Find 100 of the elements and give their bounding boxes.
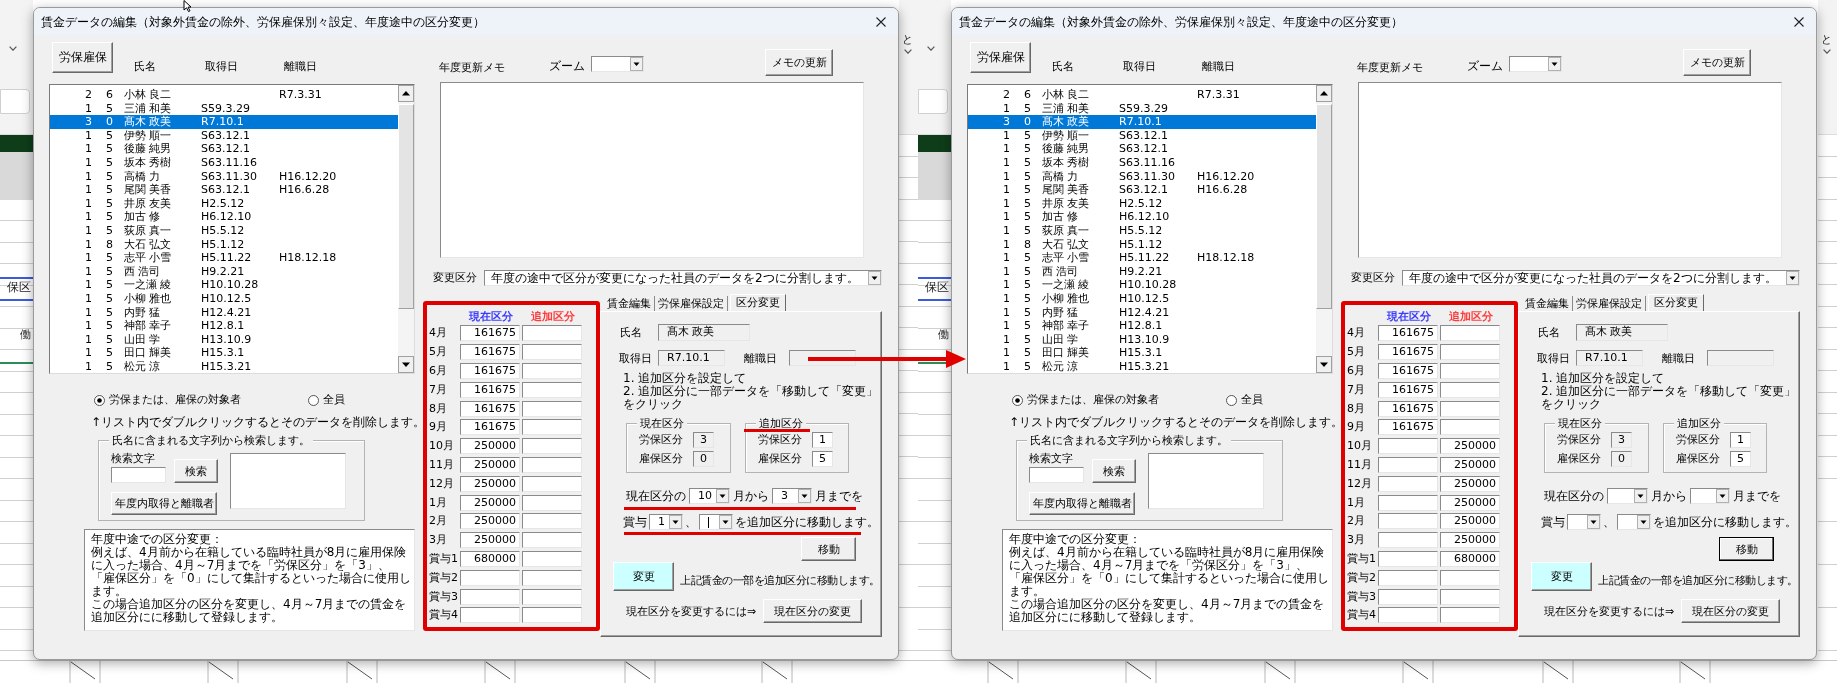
scrollbar-thumb[interactable]	[1316, 104, 1332, 309]
list-item[interactable]: 1 5 三浦 和美 S59.3.29	[50, 101, 398, 116]
amount-field[interactable]: 250000	[1440, 513, 1500, 530]
explanation-field[interactable]: 年度中途での区分変更： 例えば、4月前から在籍している臨時社員が8月に雇用保険に入った場合、4月～7月までを「労保区分」を「3」、「雇保区分」を「0」にして集計するといった場合に使用します。 この場合追加区分の区分を変更し、4月～7月までの賃金を追加区分にに移動して登録します。	[1002, 529, 1333, 631]
radio-button[interactable]: 労保または、雇保の対象者	[1012, 393, 1159, 407]
amount-field[interactable]: 250000	[1440, 456, 1500, 473]
list-item[interactable]: 1 5 後藤 純男 S63.12.1	[968, 142, 1316, 156]
list-item[interactable]: 1 5 井原 友美 H2.5.12	[50, 196, 398, 211]
amount-field[interactable]	[1378, 532, 1438, 549]
amount-field[interactable]	[522, 438, 582, 455]
combo-box[interactable]	[699, 514, 733, 530]
chevron-down-icon[interactable]	[927, 46, 935, 51]
combo-box[interactable]: 1	[649, 514, 683, 530]
amount-field[interactable]	[1440, 344, 1500, 361]
amount-field[interactable]: 161675	[1378, 419, 1438, 436]
list-item[interactable]: 1 5 一之瀬 綾 H10.10.28	[968, 278, 1316, 292]
list-item[interactable]: 1 5 山田 学 H13.10.9	[968, 332, 1316, 347]
amount-field[interactable]: 161675	[460, 400, 520, 417]
list-item[interactable]: 1 5 志平 小雪 H5.11.22 H18.12.18	[968, 251, 1316, 265]
amount-field[interactable]	[460, 607, 520, 624]
combo-box[interactable]: 10	[689, 488, 730, 504]
search-button[interactable]: 検索	[174, 459, 218, 483]
amount-field[interactable]: 161675	[1378, 325, 1438, 342]
list-item[interactable]: 1 5 山田 学 H13.10.9	[50, 332, 398, 347]
amount-field[interactable]	[522, 381, 582, 398]
search-field[interactable]	[111, 467, 166, 483]
list-item[interactable]: 2 6 小林 良二 R7.3.31	[50, 88, 398, 102]
scrollbar[interactable]	[1316, 85, 1332, 373]
list-item[interactable]: 1 5 坂本 秀樹 S63.11.16	[50, 155, 398, 170]
amount-field[interactable]	[522, 532, 582, 549]
amount-field[interactable]: 161675	[1378, 363, 1438, 379]
amount-field[interactable]: 250000	[460, 513, 520, 530]
amount-field[interactable]	[1378, 607, 1438, 624]
amount-field[interactable]: 161675	[460, 325, 520, 342]
amount-field[interactable]	[1440, 607, 1500, 624]
list-item[interactable]: 1 5 田口 輝美 H15.3.1	[968, 346, 1316, 360]
tab[interactable]: 区分変更	[730, 294, 786, 311]
tab[interactable]: 賃金編集	[604, 296, 655, 311]
list-item[interactable]: 1 5 伊勢 順一 S63.12.1	[968, 128, 1316, 143]
list-item[interactable]: 1 5 松元 涼 H15.3.21	[968, 359, 1316, 374]
list-item[interactable]: 1 5 小柳 雅也 H10.12.5	[968, 291, 1316, 306]
amount-field[interactable]: 680000	[1440, 550, 1500, 567]
search-field[interactable]	[1029, 467, 1084, 483]
amount-field[interactable]	[1440, 588, 1500, 605]
insurance-button[interactable]: 労保雇保	[52, 42, 113, 73]
radio-button[interactable]: 全員	[308, 393, 345, 407]
explanation-field[interactable]: 年度中途での区分変更： 例えば、4月前から在籍している臨時社員が8月に雇用保険に入った場合、4月～7月までを「労保区分」を「3」、「雇保区分」を「0」にして集計するといった場合に使用します。 この場合追加区分の区分を変更し、4月～7月までの賃金を追加区分にに移動して登録します。	[84, 529, 415, 631]
list-item[interactable]: 1 5 高橋 力 S63.11.30 H16.12.20	[50, 169, 398, 184]
list-item[interactable]: 1 5 神部 幸子 H12.8.1	[968, 319, 1316, 333]
employee-list[interactable]	[967, 84, 1333, 374]
list-item[interactable]: 1 5 小柳 雅也 H10.12.5	[50, 291, 398, 306]
list-item[interactable]: 1 5 尾関 美香 S63.12.1 H16.6.28	[968, 183, 1316, 197]
amount-field[interactable]	[1378, 550, 1438, 567]
list-item[interactable]: 1 5 加古 修 H6.12.10	[50, 210, 398, 224]
switch-category-button[interactable]: 現在区分の変更	[1681, 599, 1780, 623]
list-item[interactable]: 1 5 高橋 力 S63.11.30 H16.12.20	[968, 169, 1316, 184]
list-item[interactable]: 1 5 荻原 真一 H5.5.12	[50, 223, 398, 238]
scroll-down-icon[interactable]	[398, 356, 414, 373]
category-field[interactable]: 1	[812, 432, 833, 448]
list-item[interactable]: 1 5 松元 涼 H15.3.21	[50, 359, 398, 374]
list-item[interactable]: 1 5 西 浩司 H9.2.21	[50, 264, 398, 279]
list-item[interactable]: 1 5 内野 猛 H12.4.21	[968, 305, 1316, 320]
amount-field[interactable]	[522, 325, 582, 342]
amount-field[interactable]: 680000	[460, 550, 520, 567]
change-button[interactable]: 変更	[613, 562, 674, 591]
memo-field[interactable]	[1358, 82, 1782, 258]
amount-field[interactable]: 250000	[460, 494, 520, 511]
category-field[interactable]: 1	[1730, 432, 1751, 448]
list-item[interactable]: 1 5 井原 友美 H2.5.12	[968, 196, 1316, 211]
radio-button[interactable]: 全員	[1226, 393, 1263, 407]
scrollbar[interactable]	[398, 85, 414, 373]
amount-field[interactable]	[1378, 438, 1438, 455]
list-item[interactable]: 1 5 加古 修 H6.12.10	[968, 210, 1316, 224]
amount-field[interactable]	[522, 475, 582, 492]
result-field[interactable]	[230, 453, 346, 509]
amount-field[interactable]: 250000	[1440, 438, 1500, 455]
amount-field[interactable]	[522, 588, 582, 605]
amount-field[interactable]	[522, 456, 582, 473]
amount-field[interactable]: 161675	[460, 381, 520, 398]
amount-field[interactable]	[522, 363, 582, 379]
amount-field[interactable]: 161675	[1378, 400, 1438, 417]
combo-box[interactable]: 年度の途中で区分が変更になった社員のデータを2つに分割します。	[484, 269, 882, 286]
combo-box[interactable]: 年度の途中で区分が変更になった社員のデータを2つに分割します。	[1402, 269, 1800, 286]
scroll-up-icon[interactable]	[398, 85, 414, 102]
employee-list[interactable]	[49, 84, 415, 374]
list-item[interactable]: 1 5 田口 輝美 H15.3.1	[50, 346, 398, 360]
list-item[interactable]: 3 0 髙木 政美 R7.10.1	[968, 115, 1316, 129]
scrollbar-thumb[interactable]	[398, 104, 414, 309]
result-field[interactable]	[1148, 453, 1264, 509]
memo-update-button[interactable]: メモの更新	[765, 49, 833, 76]
move-button[interactable]: 移動	[801, 537, 856, 561]
amount-field[interactable]	[1378, 569, 1438, 586]
name-box[interactable]	[918, 89, 948, 114]
amount-field[interactable]	[1378, 456, 1438, 473]
period-filter-button[interactable]: 年度内取得と離職者	[1029, 492, 1135, 515]
tab[interactable]: 区分変更	[1648, 294, 1704, 311]
memo-update-button[interactable]: メモの更新	[1683, 49, 1751, 76]
category-field[interactable]: 5	[812, 451, 833, 467]
list-item[interactable]: 1 5 尾関 美香 S63.12.1 H16.6.28	[50, 183, 398, 197]
amount-field[interactable]	[1440, 363, 1500, 379]
